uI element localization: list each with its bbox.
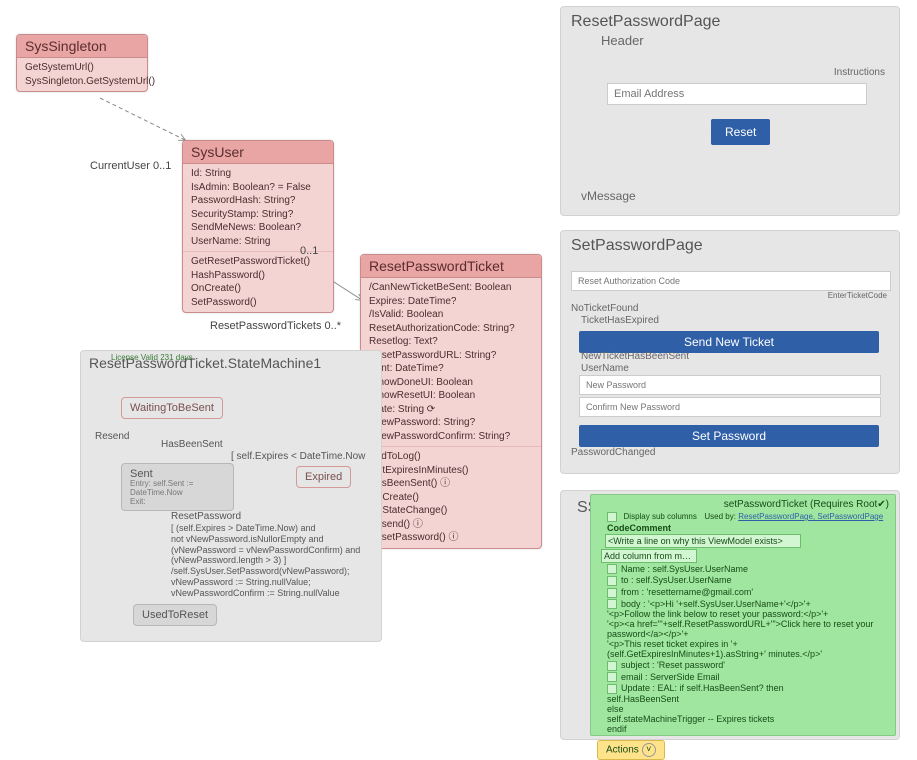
checkbox-icon[interactable] xyxy=(607,564,617,574)
checkbox-icon[interactable] xyxy=(607,588,617,598)
class-ops: GetSystemUrl() SysSingleton.GetSystemUrl… xyxy=(17,58,147,91)
trans-resend: Resend xyxy=(95,431,129,442)
panel-resetpasswordpage[interactable]: ResetPasswordPage Header Instructions Re… xyxy=(560,6,900,216)
trans-expired-guard: [ self.Expires < DateTime.Now xyxy=(231,451,365,462)
class-ops: GetResetPasswordTicket() HashPassword() … xyxy=(183,252,333,312)
panel-ss-resetpassword[interactable]: setPasswordTicket (Requires Root✔) Displ… xyxy=(590,494,896,736)
label-passwordchanged: PasswordChanged xyxy=(571,447,656,458)
class-sysuser[interactable]: SysUser Id: String IsAdmin: Boolean? = F… xyxy=(182,140,334,313)
panel-header: Header xyxy=(561,33,899,48)
panel-setpasswordpage[interactable]: SetPasswordPage EnterTicketCode NoTicket… xyxy=(560,230,900,474)
label-enterticketcode: EnterTicketCode xyxy=(828,291,887,300)
edge-label-currentuser: CurrentUser 0..1 xyxy=(90,160,171,172)
email-input[interactable] xyxy=(607,83,867,105)
confirm-password-input[interactable] xyxy=(579,397,881,417)
ss-addcolumn[interactable]: Add column from model xyxy=(601,549,697,563)
label-vmessage: vMessage xyxy=(581,189,636,203)
panel-statemachine[interactable]: License Valid 231 days ResetPasswordTick… xyxy=(80,350,382,642)
ss-row: email : ServerSide Email xyxy=(621,672,720,682)
checkbox-icon[interactable] xyxy=(607,672,617,682)
panel-title: SetPasswordPage xyxy=(561,231,899,257)
ss-rooted-badge: setPasswordTicket (Requires Root✔) xyxy=(724,499,889,510)
class-title: ResetPasswordTicket xyxy=(361,255,541,278)
ss-row: from : 'resettername@gmail.com' xyxy=(621,587,753,597)
ss-row: body : '<p>Hi '+self.SysUser.UserName+'<… xyxy=(607,599,873,660)
checkbox-icon[interactable] xyxy=(607,576,617,586)
trans-resetpwd-body: [ (self.Expires > DateTime.Now) and not … xyxy=(171,523,366,599)
new-password-input[interactable] xyxy=(579,375,881,395)
panel-title: ResetPasswordPage xyxy=(561,7,899,33)
class-resetpasswordticket[interactable]: ResetPasswordTicket /CanNewTicketBeSent:… xyxy=(360,254,542,549)
chevron-down-icon: ˅ xyxy=(642,743,656,757)
checkbox-icon[interactable] xyxy=(607,599,617,609)
class-title: SysSingleton xyxy=(17,35,147,58)
label-username: UserName xyxy=(581,363,629,374)
set-password-button[interactable]: Set Password xyxy=(579,425,879,447)
state-expired[interactable]: Expired xyxy=(296,466,351,488)
ss-codecomment: CodeComment xyxy=(607,523,889,533)
checkbox-icon[interactable] xyxy=(607,661,617,671)
checkbox-icon[interactable] xyxy=(607,684,617,694)
state-waiting[interactable]: WaitingToBeSent xyxy=(121,397,223,419)
state-usedtoreset[interactable]: UsedToReset xyxy=(133,604,217,626)
trans-hasbeensent: HasBeenSent xyxy=(161,439,223,450)
ss-row: Name : self.SysUser.UserName xyxy=(621,564,748,574)
class-ops: AddToLog() GetExpiresInMinutes() HasBeen… xyxy=(361,447,541,548)
trans-resetpwd-label: ResetPassword xyxy=(171,511,241,522)
ss-usedby-link[interactable]: ResetPasswordPage, SetPasswordPage xyxy=(738,512,883,521)
class-attrs: Id: String IsAdmin: Boolean? = False Pas… xyxy=(183,164,333,252)
state-sent[interactable]: Sent Entry: self.Sent := DateTime.Now Ex… xyxy=(121,463,234,511)
reset-button[interactable]: Reset xyxy=(711,119,770,145)
label-newsent: NewTicketHasBeenSent xyxy=(581,351,689,362)
ss-row: subject : 'Reset password' xyxy=(621,660,725,670)
ss-row: to : self.SysUser.UserName xyxy=(621,575,732,585)
edge-label-resettickets: ResetPasswordTickets 0..* xyxy=(210,320,341,332)
ss-codehint[interactable]: <Write a line on why this ViewModel exis… xyxy=(605,534,801,548)
send-new-ticket-button[interactable]: Send New Ticket xyxy=(579,331,879,353)
label-instructions: Instructions xyxy=(834,67,885,78)
class-syssingleton[interactable]: SysSingleton GetSystemUrl() SysSingleton… xyxy=(16,34,148,92)
auth-code-input[interactable] xyxy=(571,271,891,291)
license-watermark: License Valid 231 days xyxy=(111,353,193,362)
label-expired: TicketHasExpired xyxy=(581,315,659,326)
label-noticket: NoTicketFound xyxy=(571,303,638,314)
ss-row: Update : EAL: if self.HasBeenSent? then … xyxy=(607,683,784,734)
label-display-sub: Display sub columns xyxy=(624,512,697,521)
class-attrs: /CanNewTicketBeSent: Boolean Expires: Da… xyxy=(361,278,541,447)
edge-label-0-1: 0..1 xyxy=(300,245,318,257)
checkbox-icon[interactable] xyxy=(607,512,617,522)
class-title: SysUser xyxy=(183,141,333,164)
pill-actions[interactable]: Actions˅ xyxy=(597,740,665,760)
